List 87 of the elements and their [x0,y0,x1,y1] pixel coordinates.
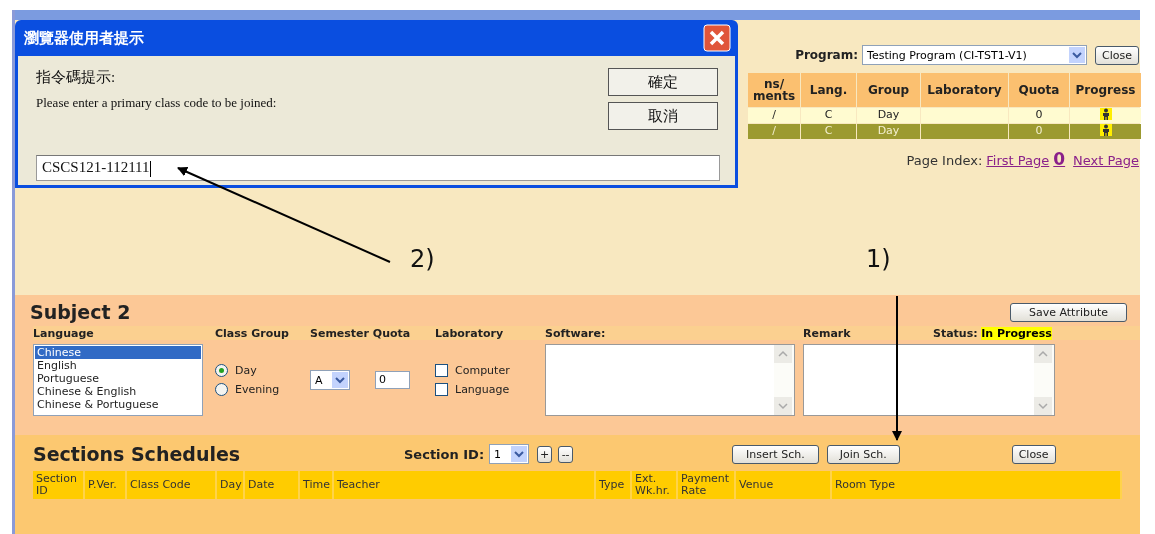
program-select[interactable]: Testing Program (CI-TST1-V1) [862,45,1088,65]
dropdown-caret-icon [1069,47,1086,63]
close-button[interactable]: Close [1011,444,1056,464]
table-cell: C [801,108,856,123]
checkbox[interactable] [435,383,448,396]
column-header: Day [217,471,245,499]
next-page-link[interactable]: Next Page [1073,153,1139,168]
column-header: ns/ ments [748,73,800,107]
table-cell: 0 [1009,108,1069,123]
ok-button[interactable]: 確定 [608,68,718,96]
table-cell: Day [857,124,920,139]
class-code-input[interactable]: CSCS121-112111 [36,155,720,182]
scroll-down-icon[interactable] [1034,397,1052,415]
column-header: Teacher [334,471,596,499]
section-title: Sections Schedules [33,443,242,465]
list-option[interactable]: Chinese & Portuguese [35,398,201,411]
annotation-label: 2) [410,245,435,273]
column-header: Ext. Wk.hr. [632,471,678,499]
remove-button[interactable]: -- [558,445,574,463]
column-header: Progress [1070,73,1141,107]
radio-button[interactable] [215,364,228,377]
dialog-title: 瀏覽器使用者提示 [24,28,144,48]
section-id-select[interactable]: 1 [489,444,530,464]
prompt-label: 指令碼提示: [36,68,117,87]
field-label: Language [33,326,95,340]
page-index-label: Page Index: [906,153,983,168]
checkbox-label: Language [455,383,510,396]
field-label: Laboratory [435,326,505,340]
quota-input[interactable]: 0 [375,371,410,389]
join-schedule-button[interactable]: Join Sch. [826,444,900,464]
add-button[interactable]: + [537,445,553,463]
insert-schedule-button[interactable]: Insert Sch. [732,444,819,464]
list-option[interactable]: Portuguese [35,372,201,385]
radio-button[interactable] [215,383,228,396]
table-cell: / [748,124,800,139]
section-id-label: Section ID: [404,446,485,462]
save-attribute-button[interactable]: Save Attribute [1009,302,1127,322]
status-label: Status: [933,326,978,340]
column-header: Time [300,471,334,499]
field-label: Software: [545,326,607,340]
status-badge: In Progress [981,326,1052,340]
table-cell: / [748,108,800,123]
first-page-link[interactable]: First Page [986,153,1050,168]
annotation-label: 1) [866,245,891,273]
column-header: Date [245,471,300,499]
column-header: Venue [736,471,832,499]
field-label: Semester Quota [310,326,412,340]
dropdown-caret-icon [332,372,348,388]
table-cell: Day [857,108,920,123]
radio-label: Evening [235,383,280,396]
language-listbox[interactable]: Chinese English Portuguese Chinese & English Chinese & Portuguese [33,344,203,416]
table-cell: C [801,124,856,139]
list-option[interactable]: Chinese & English [35,385,201,398]
close-button[interactable]: Close [1095,45,1139,65]
column-header: Group [857,73,920,107]
list-option[interactable]: English [35,359,201,372]
page-number-link[interactable]: 0 [1053,149,1066,169]
column-header: Payment Rate [678,471,736,499]
scroll-down-icon[interactable] [774,397,792,415]
column-header: Laboratory [921,73,1008,107]
close-icon[interactable] [703,24,731,52]
person-icon [1099,108,1112,120]
column-header: Lang. [801,73,856,107]
column-header: Type [596,471,632,499]
checkbox-label: Computer [455,364,510,377]
field-label: Class Group [215,326,290,340]
section-title: Subject 2 [30,301,131,323]
list-option[interactable]: Chinese [35,346,201,359]
field-label: Remark [803,326,852,340]
prompt-message: Please enter a primary class code to be joined: [36,95,278,111]
dropdown-caret-icon [511,446,528,462]
scroll-up-icon[interactable] [1034,345,1052,363]
column-header: P.Ver. [85,471,127,499]
column-header: Class Code [127,471,217,499]
cancel-button[interactable]: 取消 [608,102,718,130]
radio-label: Day [235,364,257,377]
column-header: Section ID [33,471,85,499]
person-icon [1099,124,1112,136]
software-textarea[interactable] [545,344,795,416]
remark-textarea[interactable] [803,344,1055,416]
program-label: Program: [795,48,859,62]
table-cell: 0 [1009,124,1069,139]
column-header: Quota [1009,73,1069,107]
semester-select[interactable]: A [310,370,350,390]
scroll-up-icon[interactable] [774,345,792,363]
checkbox[interactable] [435,364,448,377]
column-header: Room Type [832,471,1122,499]
